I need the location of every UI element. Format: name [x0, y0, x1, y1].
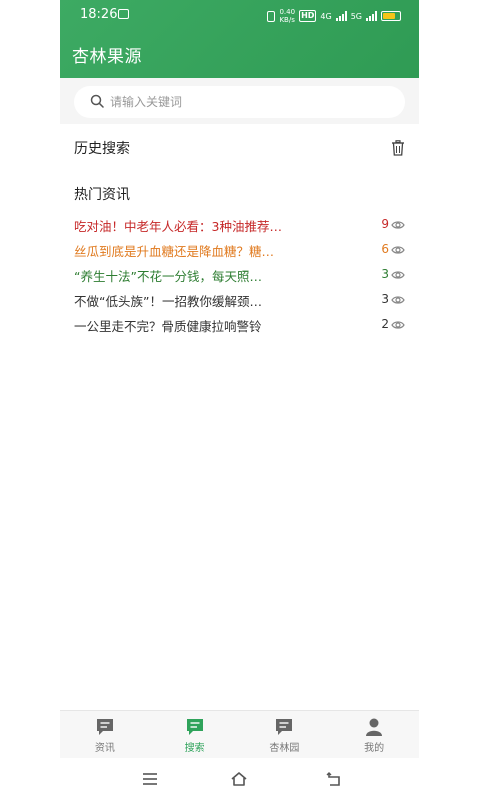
- eye-icon: [391, 321, 405, 329]
- history-section: 历史搜索: [74, 138, 405, 160]
- app-title: 杏林果源: [72, 47, 142, 67]
- status-icons: 0.40 KB/s HD 4G 5G: [267, 8, 401, 24]
- status-time: 18:26: [80, 7, 118, 22]
- news-item[interactable]: 丝瓜到底是升血糖还是降血糖？糖… 6: [74, 239, 405, 264]
- trash-icon[interactable]: [391, 140, 405, 156]
- chat-icon: [186, 719, 203, 735]
- search-icon: [90, 94, 104, 108]
- network-speed-unit: KB/s: [279, 16, 295, 24]
- news-title: “养生十法”不花一分钱，每天照…: [74, 269, 262, 284]
- eye-icon: [391, 271, 405, 279]
- home-icon[interactable]: [230, 770, 248, 788]
- status-bar: 18:26 0.40 KB/s HD 4G 5G: [60, 0, 419, 30]
- notification-app-icon: [118, 9, 129, 19]
- network-speed: 0.40 KB/s: [279, 8, 295, 24]
- tab-label: 杏林园: [269, 743, 300, 754]
- screen: 18:26 0.40 KB/s HD 4G 5G 杏林果源 请输入关键词 历史搜…: [0, 0, 480, 800]
- eye-icon: [391, 221, 405, 229]
- app-header: 18:26 0.40 KB/s HD 4G 5G 杏林果源: [60, 0, 419, 78]
- news-title: 一公里走不完？骨质健康拉响警铃: [74, 319, 262, 334]
- hot-news-list: 吃对油！中老年人必看：3种油推荐… 9 丝瓜到底是升血糖还是降血糖？糖… 6 “养生十法…: [74, 214, 405, 339]
- menu-icon[interactable]: [141, 770, 159, 788]
- network-a-label: 4G: [320, 11, 332, 21]
- eye-icon: [391, 296, 405, 304]
- tab-label: 搜索: [184, 743, 205, 754]
- news-title: 吃对油！中老年人必看：3种油推荐…: [74, 219, 282, 234]
- view-count: 6: [381, 242, 389, 256]
- chat-icon: [96, 719, 113, 735]
- system-nav-bar: [0, 758, 480, 800]
- news-item[interactable]: 吃对油！中老年人必看：3种油推荐… 9: [74, 214, 405, 239]
- vibrate-icon: [267, 10, 276, 22]
- signal-b-icon: [366, 11, 377, 21]
- view-count: 3: [381, 292, 389, 306]
- news-title: 丝瓜到底是升血糖还是降血糖？糖…: [74, 244, 275, 259]
- history-title: 历史搜索: [74, 141, 130, 157]
- search-input[interactable]: [110, 86, 390, 118]
- news-item[interactable]: “养生十法”不花一分钱，每天照… 3: [74, 264, 405, 289]
- news-title: 不做“低头族”！一招教你缓解颈…: [74, 294, 262, 309]
- view-count: 2: [381, 317, 389, 331]
- chat-icon: [276, 719, 293, 735]
- tab-0[interactable]: 资讯: [60, 711, 150, 758]
- signal-a-icon: [335, 11, 347, 21]
- news-item[interactable]: 不做“低头族”！一招教你缓解颈… 3: [74, 289, 405, 314]
- search-area: [60, 78, 419, 124]
- person-icon: [366, 718, 383, 736]
- bottom-tab-bar: 资讯 搜索 杏林园 我的: [60, 710, 419, 758]
- tab-label: 资讯: [94, 743, 115, 754]
- app-window: 18:26 0.40 KB/s HD 4G 5G 杏林果源 请输入关键词 历史搜…: [60, 0, 419, 758]
- network-speed-value: 0.40: [279, 8, 296, 16]
- battery-icon: [381, 11, 401, 21]
- hd-icon: HD: [299, 10, 317, 22]
- hot-news-title: 热门资讯: [74, 187, 130, 203]
- view-count: 9: [381, 217, 389, 231]
- tab-1[interactable]: 搜索: [150, 711, 240, 758]
- news-item[interactable]: 一公里走不完？骨质健康拉响警铃 2: [74, 314, 405, 339]
- tab-label: 我的: [364, 743, 385, 754]
- network-b-label: 5G: [350, 11, 362, 21]
- tab-3[interactable]: 我的: [329, 711, 419, 758]
- tab-2[interactable]: 杏林园: [240, 711, 330, 758]
- back-icon[interactable]: [325, 770, 343, 788]
- eye-icon: [391, 246, 405, 254]
- search-box[interactable]: [74, 86, 405, 118]
- view-count: 3: [381, 267, 389, 281]
